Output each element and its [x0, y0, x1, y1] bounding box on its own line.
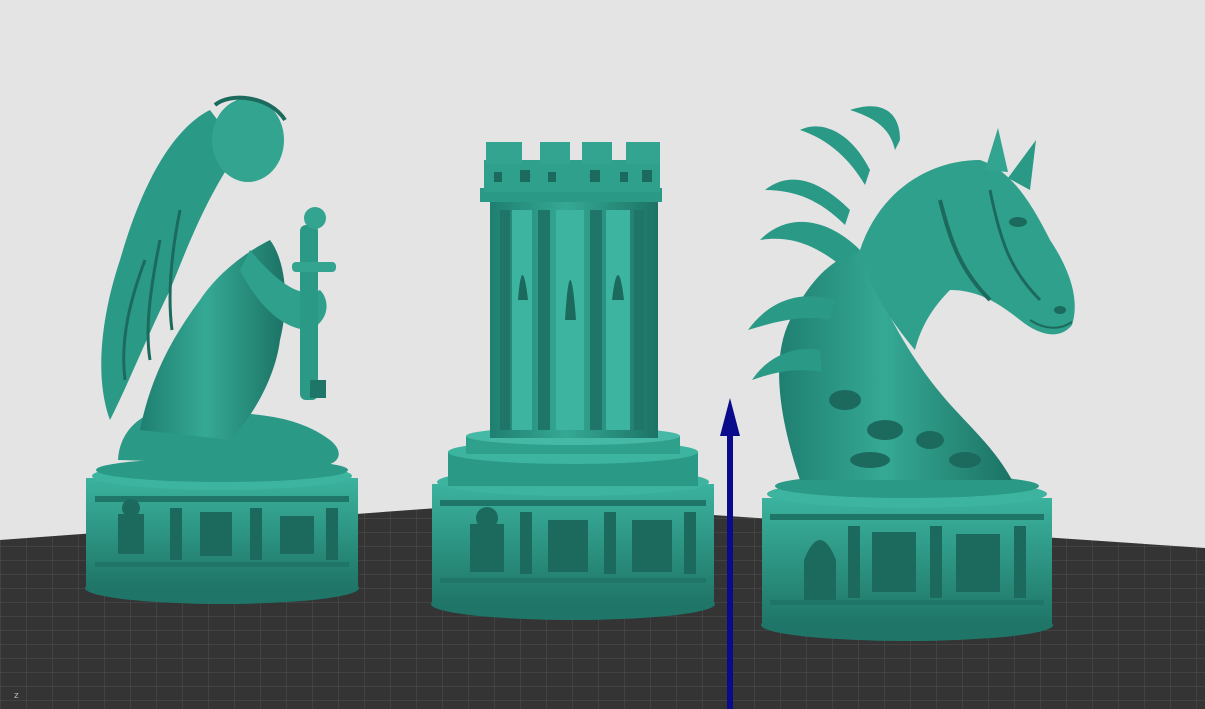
sword-blade — [300, 225, 318, 400]
3d-viewport[interactable]: z — [0, 0, 1205, 709]
axis-indicator: z — [14, 691, 19, 701]
scene-canvas[interactable] — [0, 0, 1205, 709]
